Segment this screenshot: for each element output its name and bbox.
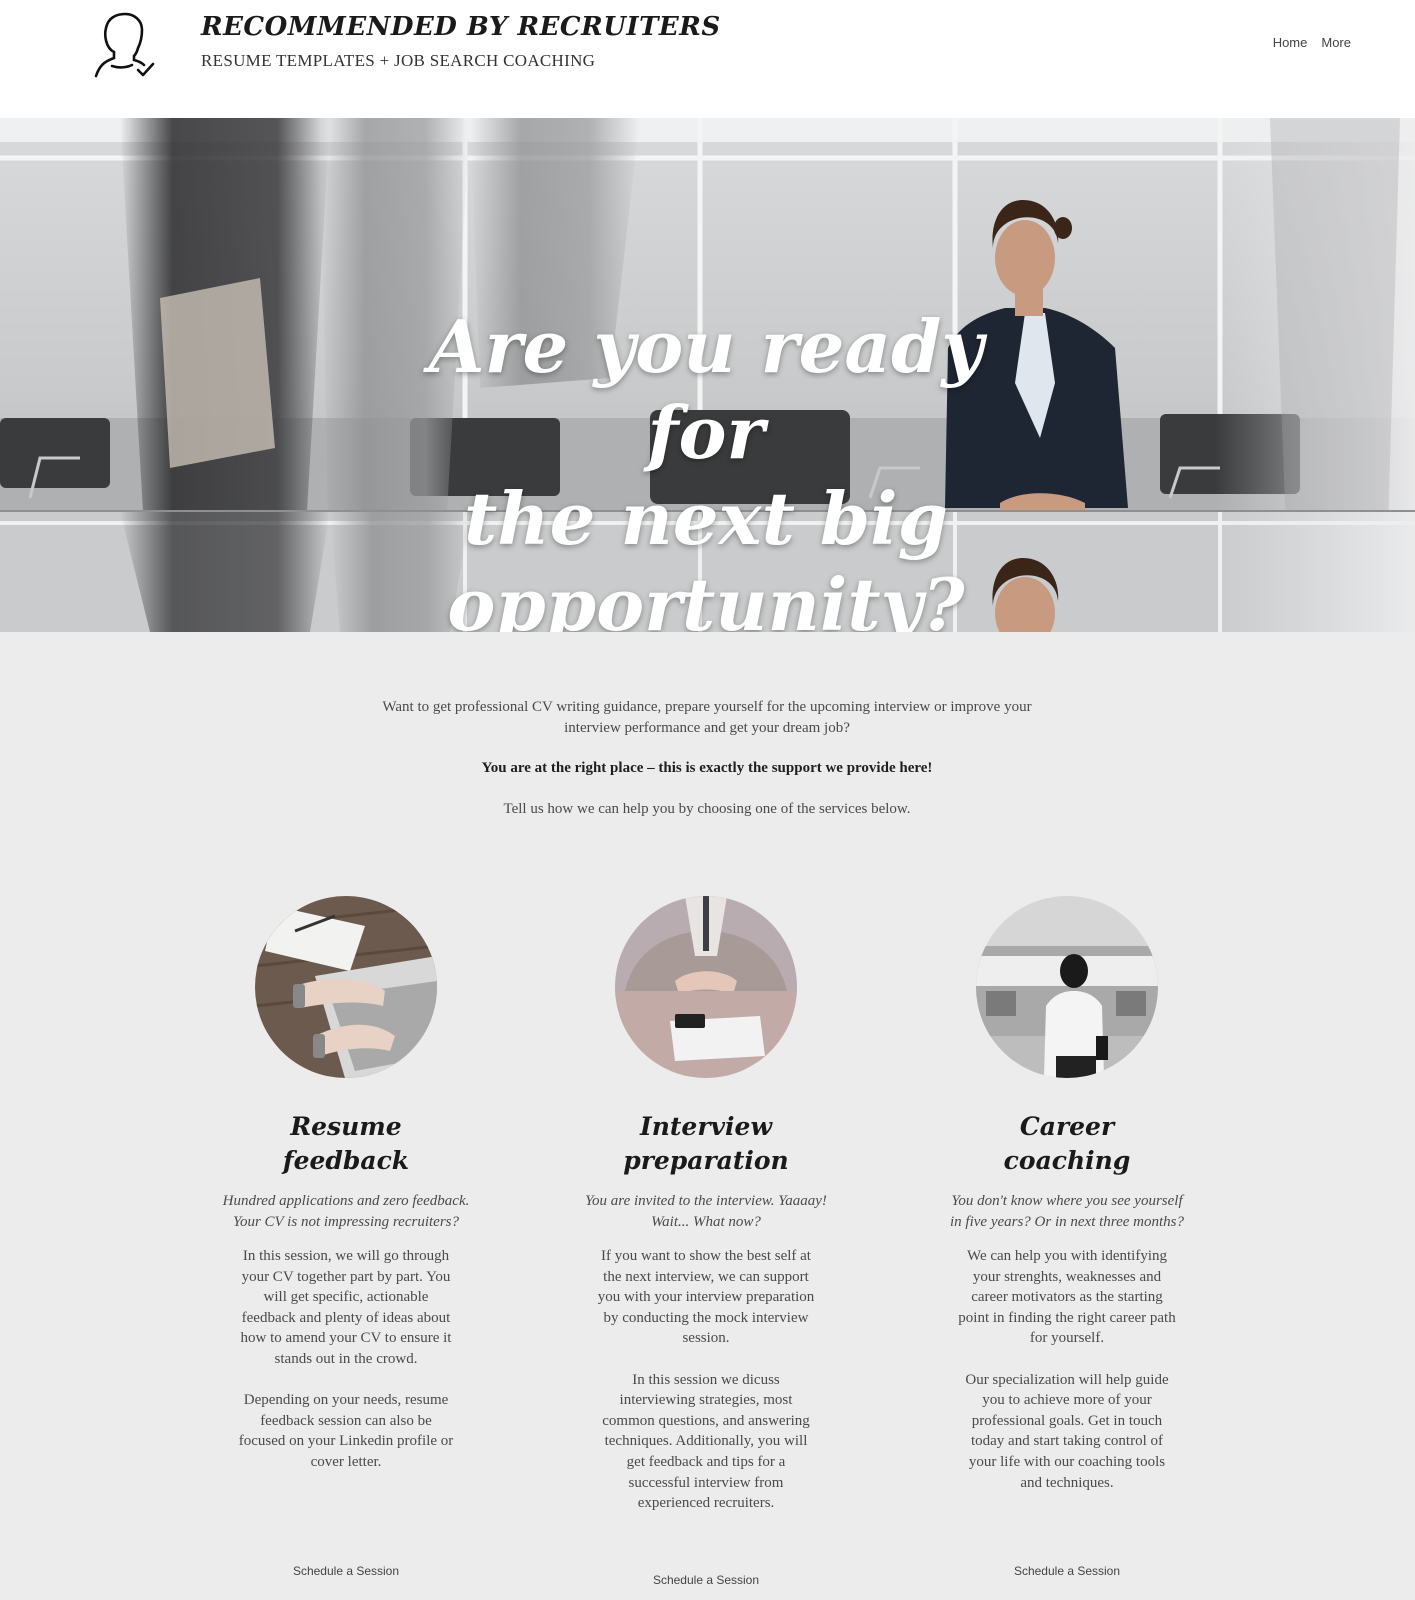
service-tagline-line: You don't know where you see yourself (951, 1193, 1183, 1209)
service-paragraph: We can help you with identifying your st… (958, 1248, 1176, 1347)
service-photo-laptop (255, 896, 437, 1078)
service-description: In this session, we will go through your… (236, 1246, 456, 1473)
service-description: We can help you with identifying your st… (957, 1246, 1177, 1493)
service-tagline-line: Wait... What now? (651, 1214, 761, 1230)
intro-section: Want to get professional CV writing guid… (357, 697, 1057, 820)
service-paragraph: In this session, we will go through your… (240, 1248, 452, 1367)
service-tagline-line: You are invited to the interview. Yaaaay… (585, 1193, 827, 1209)
service-title-line: preparation (623, 1146, 789, 1175)
service-title: Resume feedback (166, 1110, 526, 1178)
service-title-line: coaching (1003, 1146, 1131, 1175)
service-tagline: Hundred applications and zero feedback. … (186, 1191, 506, 1233)
service-tagline: You don't know where you see yourself in… (907, 1191, 1227, 1233)
service-photo-train (976, 896, 1158, 1078)
service-tagline: You are invited to the interview. Yaaaay… (546, 1191, 866, 1233)
service-paragraph: Our specialization will help guide you t… (965, 1371, 1169, 1491)
service-title: Career coaching (887, 1110, 1247, 1178)
person-check-icon[interactable] (92, 8, 162, 80)
nav-more-link[interactable]: More (1321, 35, 1351, 50)
service-tagline-line: Hundred applications and zero feedback. (222, 1193, 470, 1209)
hero-heading-line: opportunity? (447, 562, 965, 632)
service-photo-interview (615, 896, 797, 1078)
intro-text: Want to get professional CV writing guid… (382, 699, 1032, 736)
service-paragraph: If you want to show the best self at the… (597, 1248, 815, 1347)
hero-heading-line: the next big (464, 476, 948, 562)
service-tagline-line: in five years? Or in next three months? (950, 1214, 1184, 1230)
service-paragraph: In this session we dicuss interviewing s… (602, 1371, 810, 1512)
schedule-session-button[interactable]: Schedule a Session (887, 1564, 1247, 1578)
main-nav: Home More (1273, 35, 1351, 50)
service-career-coaching: Career coaching You don't know where you… (887, 896, 1247, 1578)
hero-heading-line: Are you ready for (428, 304, 984, 476)
service-title: Interview preparation (526, 1110, 886, 1178)
brand-subtitle: RESUME TEMPLATES + JOB SEARCH COACHING (201, 51, 596, 70)
intro-bold-text: You are at the right place – this is exa… (481, 760, 933, 776)
service-resume-feedback: Resume feedback Hundred applications and… (166, 896, 526, 1578)
service-description: If you want to show the best self at the… (596, 1246, 816, 1514)
service-title-line: feedback (282, 1146, 410, 1175)
hero-banner: Are you ready for the next big opportuni… (0, 118, 1415, 632)
schedule-session-button[interactable]: Schedule a Session (526, 1573, 886, 1587)
intro-cta-text: Tell us how we can help you by choosing … (503, 801, 911, 817)
service-interview-preparation: Interview preparation You are invited to… (526, 896, 886, 1587)
service-title-line: Career (1019, 1112, 1115, 1141)
service-tagline-line: Your CV is not impressing recruiters? (232, 1214, 459, 1230)
service-title-line: Resume (290, 1112, 402, 1141)
brand-title[interactable]: RECOMMENDED BY RECRUITERS (201, 12, 721, 42)
service-title-line: Interview (640, 1112, 772, 1141)
site-header: RECOMMENDED BY RECRUITERS RESUME TEMPLAT… (0, 0, 1415, 118)
nav-home-link[interactable]: Home (1273, 35, 1308, 50)
schedule-session-button[interactable]: Schedule a Session (166, 1564, 526, 1578)
hero-heading: Are you ready for the next big opportuni… (390, 304, 1022, 632)
service-paragraph: Depending on your needs, resume feedback… (238, 1392, 454, 1470)
